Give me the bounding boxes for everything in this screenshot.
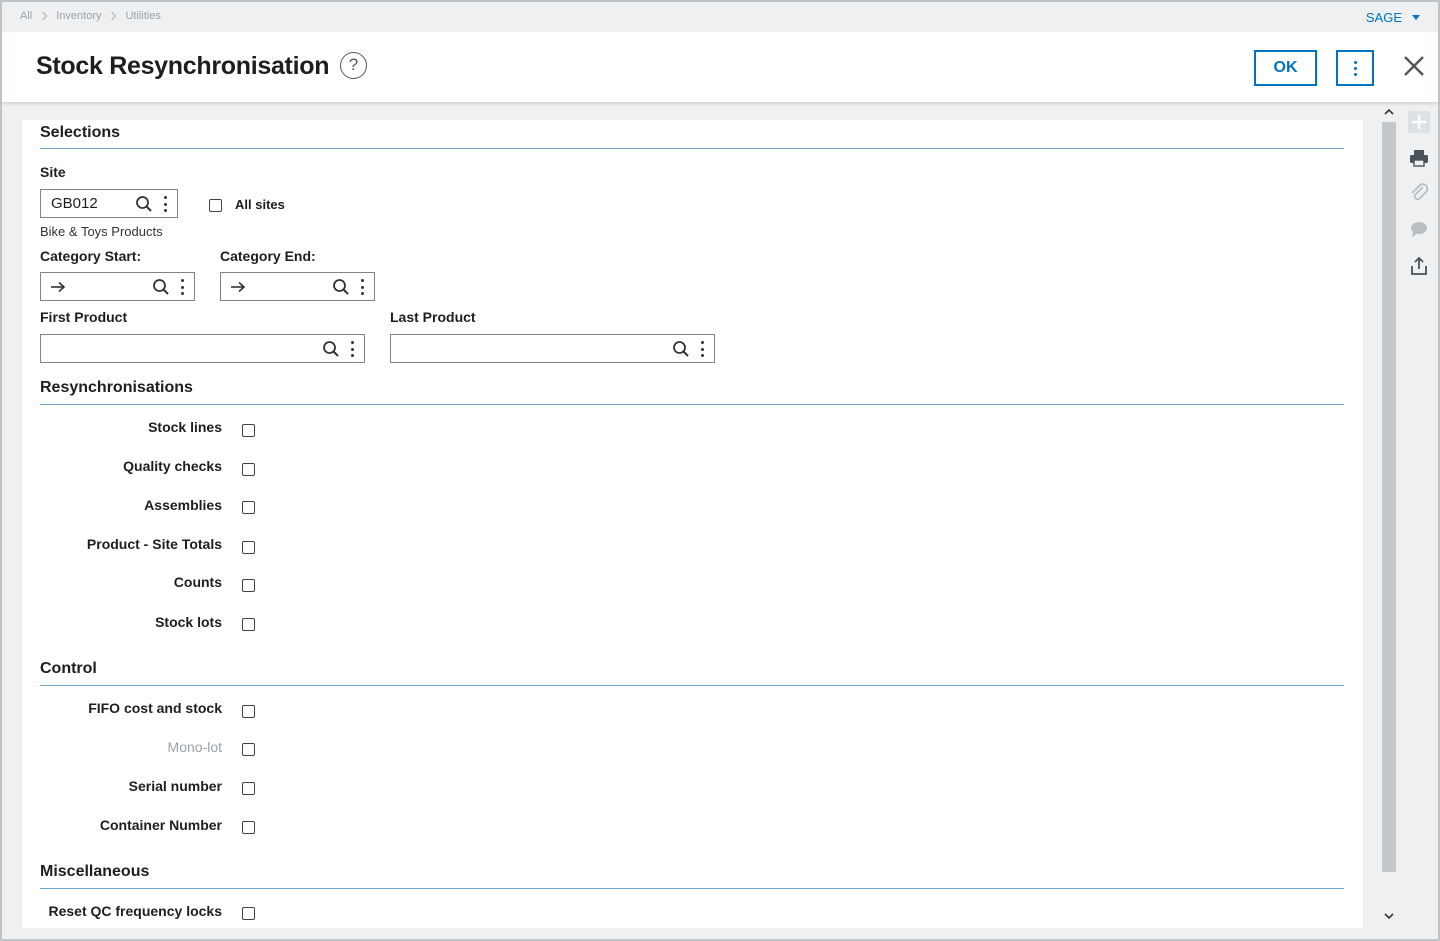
arrow-right-icon xyxy=(51,281,66,293)
kebab-dot xyxy=(1353,72,1357,76)
first-product-field[interactable] xyxy=(40,334,365,363)
category-end-label: Category End: xyxy=(220,248,316,264)
stock-lots-checkbox[interactable] xyxy=(242,618,255,631)
app-frame: All Inventory Utilities SAGE Stock Resyn… xyxy=(0,0,1440,941)
print-icon[interactable] xyxy=(1408,147,1430,169)
product-site-totals-label: Product - Site Totals xyxy=(86,536,222,552)
page-header: Stock Resynchronisation ? OK xyxy=(2,32,1438,102)
quality-checks-label: Quality checks xyxy=(123,458,222,474)
comment-icon[interactable] xyxy=(1408,218,1430,240)
search-icon[interactable] xyxy=(332,278,350,296)
category-start-field[interactable] xyxy=(40,272,195,301)
field-menu-icon[interactable] xyxy=(180,279,184,295)
user-menu[interactable]: SAGE xyxy=(1366,10,1420,25)
help-icon[interactable]: ? xyxy=(340,52,367,79)
assemblies-checkbox[interactable] xyxy=(242,501,255,514)
bottom-strip xyxy=(2,928,1438,939)
section-title-resynchronisations: Resynchronisations xyxy=(40,379,193,396)
section-title-selections: Selections xyxy=(40,124,121,141)
section-divider xyxy=(40,685,1344,686)
section-divider xyxy=(40,888,1344,889)
quality-checks-checkbox[interactable] xyxy=(242,463,255,476)
category-end-field[interactable] xyxy=(220,272,375,301)
field-menu-icon[interactable] xyxy=(350,341,354,357)
stock-lots-label: Stock lots xyxy=(155,614,222,630)
field-menu-icon[interactable] xyxy=(163,196,167,212)
all-sites-checkbox[interactable] xyxy=(209,199,222,212)
container-number-checkbox[interactable] xyxy=(242,821,255,834)
ok-button[interactable]: OK xyxy=(1254,50,1317,86)
site-description: Bike & Toys Products xyxy=(40,224,163,239)
all-sites-label: All sites xyxy=(235,197,285,212)
last-product-label: Last Product xyxy=(390,309,476,325)
field-menu-icon[interactable] xyxy=(360,279,364,295)
search-icon[interactable] xyxy=(135,195,153,213)
mono-lot-checkbox[interactable] xyxy=(242,743,255,756)
last-product-field[interactable] xyxy=(390,334,715,363)
export-icon[interactable] xyxy=(1408,255,1430,277)
top-bar: All Inventory Utilities SAGE xyxy=(2,2,1438,32)
mono-lot-label: Mono-lot xyxy=(167,739,222,755)
section-title-miscellaneous: Miscellaneous xyxy=(40,863,150,880)
caret-down-icon xyxy=(1412,15,1420,20)
site-field[interactable]: GB012 xyxy=(40,189,178,218)
kebab-dot xyxy=(1353,66,1357,70)
kebab-dot xyxy=(1353,60,1357,64)
close-icon[interactable] xyxy=(1400,52,1428,80)
page-title: Stock Resynchronisation xyxy=(36,52,330,80)
fifo-cost-and-stock-label: FIFO cost and stock xyxy=(88,700,222,716)
assemblies-label: Assemblies xyxy=(144,497,222,513)
stock-lines-checkbox[interactable] xyxy=(242,424,255,437)
search-icon[interactable] xyxy=(322,340,340,358)
counts-checkbox[interactable] xyxy=(242,579,255,592)
breadcrumb: All Inventory Utilities xyxy=(20,10,161,22)
serial-number-checkbox[interactable] xyxy=(242,782,255,795)
container-number-label: Container Number xyxy=(99,817,222,833)
paperclip-icon[interactable] xyxy=(1408,182,1430,204)
arrow-right-icon xyxy=(231,281,246,293)
product-site-totals-checkbox[interactable] xyxy=(242,541,255,554)
site-label: Site xyxy=(40,164,66,180)
right-action-rail xyxy=(1400,102,1438,928)
stock-lines-label: Stock lines xyxy=(148,419,222,435)
scroll-up-icon[interactable] xyxy=(1383,106,1395,118)
counts-label: Counts xyxy=(173,574,222,590)
serial-number-label: Serial number xyxy=(128,778,222,794)
search-icon[interactable] xyxy=(152,278,170,296)
form-content: Selections Site GB012 All sites Bike & T… xyxy=(22,120,1363,939)
category-start-label: Category Start: xyxy=(40,248,142,264)
plus-icon[interactable] xyxy=(1408,111,1430,133)
fifo-cost-and-stock-checkbox[interactable] xyxy=(242,705,255,718)
breadcrumb-item-utilities[interactable]: Utilities xyxy=(125,10,160,22)
vertical-scrollbar[interactable] xyxy=(1380,102,1398,928)
reset-qc-frequency-locks-checkbox[interactable] xyxy=(242,907,255,920)
section-title-control: Control xyxy=(40,660,97,677)
breadcrumb-chevron-icon xyxy=(108,11,117,21)
section-divider xyxy=(40,148,1344,149)
breadcrumb-chevron-icon xyxy=(38,11,48,21)
first-product-label: First Product xyxy=(40,309,128,325)
scrollbar-thumb[interactable] xyxy=(1382,122,1396,872)
breadcrumb-item-inventory[interactable]: Inventory xyxy=(56,10,101,22)
section-divider xyxy=(40,404,1344,405)
user-menu-label: SAGE xyxy=(1365,10,1402,25)
search-icon[interactable] xyxy=(672,340,690,358)
more-actions-button[interactable] xyxy=(1336,50,1374,86)
breadcrumb-item-all[interactable]: All xyxy=(20,10,32,22)
scroll-down-icon[interactable] xyxy=(1383,910,1395,922)
field-menu-icon[interactable] xyxy=(700,341,704,357)
site-value: GB012 xyxy=(51,195,98,212)
reset-qc-frequency-locks-label: Reset QC frequency locks xyxy=(48,903,222,919)
